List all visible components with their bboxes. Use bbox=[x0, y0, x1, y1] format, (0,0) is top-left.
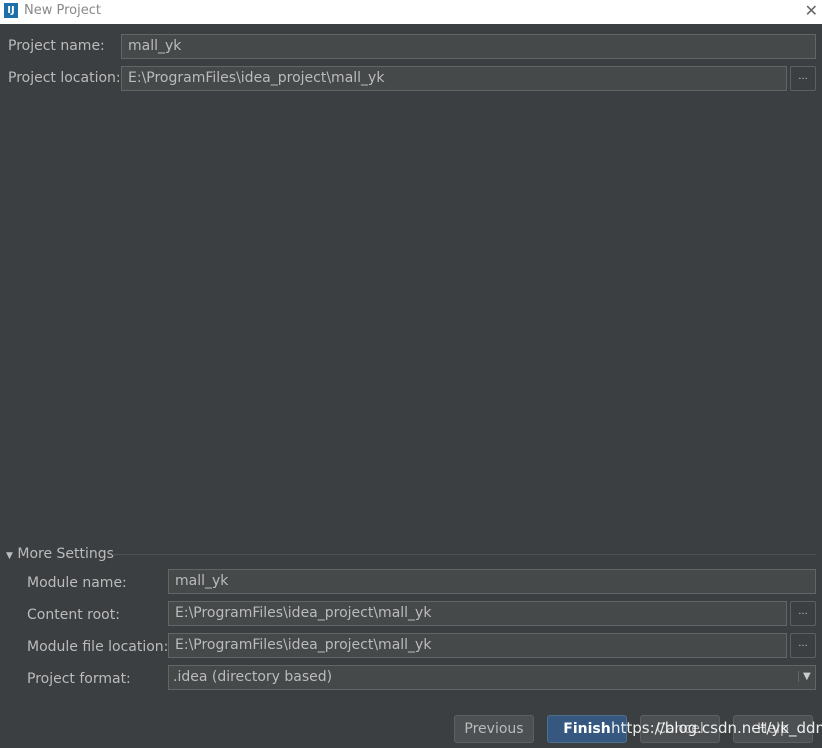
intellij-logo-icon: IJ bbox=[4, 3, 18, 18]
project-name-input[interactable]: mall_yk bbox=[121, 34, 816, 59]
content-root-input[interactable]: E:\ProgramFiles\idea_project\mall_yk bbox=[168, 601, 787, 626]
project-format-select[interactable]: .idea (directory based) bbox=[168, 665, 816, 690]
browse-project-location-button[interactable]: ... bbox=[790, 66, 816, 91]
browse-content-root-button[interactable]: ... bbox=[790, 601, 816, 626]
window-title: New Project bbox=[24, 3, 101, 18]
module-name-label: Module name: bbox=[27, 575, 127, 591]
project-name-label: Project name: bbox=[8, 38, 105, 54]
module-name-input[interactable]: mall_yk bbox=[168, 569, 816, 594]
chevron-down-icon[interactable]: ▼ bbox=[798, 671, 811, 682]
divider bbox=[112, 554, 816, 555]
project-location-input[interactable]: E:\ProgramFiles\idea_project\mall_yk bbox=[121, 66, 787, 91]
close-icon[interactable]: ✕ bbox=[805, 1, 818, 20]
more-settings-toggle[interactable]: ▼ More Settings bbox=[6, 546, 114, 562]
previous-button[interactable]: Previous bbox=[454, 715, 534, 743]
browse-module-file-button[interactable]: ... bbox=[790, 633, 816, 658]
watermark: https://blog.csdn.net/yk_ddm bbox=[611, 719, 822, 737]
project-format-label: Project format: bbox=[27, 671, 131, 687]
title-bar: IJ New Project ✕ bbox=[0, 0, 822, 24]
triangle-down-icon: ▼ bbox=[6, 551, 13, 561]
content-root-label: Content root: bbox=[27, 607, 120, 623]
more-settings-label: More Settings bbox=[17, 546, 114, 562]
module-file-location-label: Module file location: bbox=[27, 639, 169, 655]
module-file-location-input[interactable]: E:\ProgramFiles\idea_project\mall_yk bbox=[168, 633, 787, 658]
project-location-label: Project location: bbox=[8, 70, 121, 86]
